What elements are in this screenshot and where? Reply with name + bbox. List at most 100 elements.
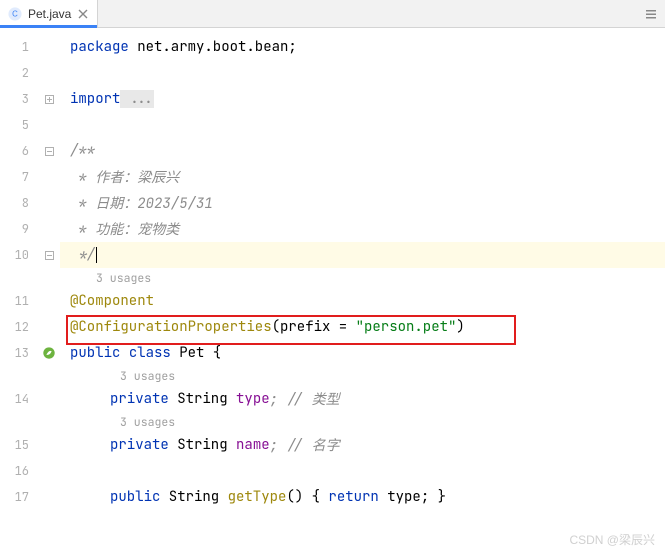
code-line[interactable]: /** bbox=[60, 138, 665, 164]
gutter-line-numbers: 1 2 3 5 6 7 8 9 10 11 12 13 14 15 16 17 bbox=[0, 28, 38, 552]
line-number[interactable]: 12 bbox=[0, 314, 37, 340]
keyword: public bbox=[110, 488, 160, 506]
java-class-icon: C bbox=[8, 7, 22, 21]
code-text: net.army.boot.bean; bbox=[129, 38, 297, 56]
line-number[interactable]: 5 bbox=[0, 112, 37, 138]
tab-filename: Pet.java bbox=[28, 7, 71, 21]
doc-comment: * 日期：2023/5/31 bbox=[70, 193, 213, 213]
line-number[interactable]: 15 bbox=[0, 432, 37, 458]
code-line[interactable]: * 作者：梁辰兴 bbox=[60, 164, 665, 190]
usages-inlay[interactable]: 3 usages bbox=[60, 268, 665, 288]
line-number[interactable]: 7 bbox=[0, 164, 37, 190]
code-line[interactable] bbox=[60, 458, 665, 484]
type: String bbox=[160, 488, 227, 506]
fold-toggle-icon[interactable] bbox=[38, 86, 60, 112]
field-name: name bbox=[236, 436, 270, 454]
gutter-slot bbox=[38, 314, 60, 340]
code-line-current[interactable]: */ bbox=[60, 242, 665, 268]
gutter-slot bbox=[38, 164, 60, 190]
code-text: (prefix = bbox=[272, 318, 356, 336]
usages-count: 3 usages bbox=[96, 271, 151, 286]
code-line[interactable]: * 功能：宠物类 bbox=[60, 216, 665, 242]
gutter-slot bbox=[38, 484, 60, 510]
gutter-slot bbox=[38, 34, 60, 60]
code-line[interactable]: @ConfigurationProperties(prefix = "perso… bbox=[60, 314, 665, 340]
usages-inlay[interactable]: 3 usages bbox=[60, 366, 665, 386]
gutter-icons bbox=[38, 28, 60, 552]
annotation: @Component bbox=[70, 292, 154, 310]
keyword: private bbox=[110, 390, 169, 408]
svg-text:C: C bbox=[12, 9, 18, 18]
code-text: () { bbox=[286, 488, 328, 506]
fold-toggle-icon[interactable] bbox=[38, 242, 60, 268]
string-literal: "person.pet" bbox=[356, 318, 457, 336]
file-tab[interactable]: C Pet.java bbox=[0, 0, 98, 27]
doc-comment: * 功能：宠物类 bbox=[70, 219, 179, 239]
code-line[interactable] bbox=[60, 60, 665, 86]
comment: ; // 名字 bbox=[270, 435, 340, 455]
gutter-slot bbox=[38, 458, 60, 484]
code-line[interactable]: private String name; // 名字 bbox=[60, 432, 665, 458]
watermark: CSDN @梁辰兴 bbox=[569, 531, 655, 548]
gutter-slot bbox=[38, 190, 60, 216]
fold-toggle-icon[interactable] bbox=[38, 138, 60, 164]
line-number[interactable]: 14 bbox=[0, 386, 37, 412]
code-line[interactable]: public String getType() { return type; } bbox=[60, 484, 665, 510]
line-number[interactable]: 6 bbox=[0, 138, 37, 164]
line-number[interactable]: 9 bbox=[0, 216, 37, 242]
line-number[interactable]: 16 bbox=[0, 458, 37, 484]
doc-comment: * 作者：梁辰兴 bbox=[70, 167, 179, 187]
code-line[interactable]: public class Pet { bbox=[60, 340, 665, 366]
keyword: return bbox=[328, 488, 378, 506]
gutter-slot bbox=[38, 216, 60, 242]
gutter-slot bbox=[38, 60, 60, 86]
code-area[interactable]: package net.army.boot.bean; import ... /… bbox=[60, 28, 665, 552]
gutter-slot bbox=[38, 112, 60, 138]
line-number[interactable]: 13 bbox=[0, 340, 37, 366]
code-line[interactable]: private String type; // 类型 bbox=[60, 386, 665, 412]
keyword: package bbox=[70, 38, 129, 56]
code-line[interactable]: import ... bbox=[60, 86, 665, 112]
code-text: type; } bbox=[379, 488, 446, 506]
tab-overflow-icon[interactable] bbox=[637, 0, 665, 27]
line-number[interactable]: 8 bbox=[0, 190, 37, 216]
gutter-slot bbox=[38, 432, 60, 458]
doc-comment: */ bbox=[70, 246, 95, 264]
code-text: ) bbox=[456, 318, 464, 336]
editor: 1 2 3 5 6 7 8 9 10 11 12 13 14 15 16 17 bbox=[0, 28, 665, 552]
field-name: type bbox=[236, 390, 270, 408]
line-number[interactable]: 1 bbox=[0, 34, 37, 60]
usages-inlay[interactable]: 3 usages bbox=[60, 412, 665, 432]
code-line[interactable] bbox=[60, 112, 665, 138]
gutter-slot bbox=[38, 386, 60, 412]
line-number[interactable]: 2 bbox=[0, 60, 37, 86]
gutter-slot bbox=[38, 268, 60, 288]
folded-placeholder[interactable]: ... bbox=[120, 90, 154, 108]
class-name: Pet { bbox=[171, 344, 221, 362]
keyword: import bbox=[70, 90, 120, 108]
code-line[interactable]: package net.army.boot.bean; bbox=[60, 34, 665, 60]
type: String bbox=[169, 390, 236, 408]
gutter-slot bbox=[38, 366, 60, 386]
spring-bean-icon[interactable] bbox=[38, 340, 60, 366]
line-number[interactable]: 3 bbox=[0, 86, 37, 112]
keyword: private bbox=[110, 436, 169, 454]
line-number bbox=[0, 366, 37, 386]
line-number[interactable]: 11 bbox=[0, 288, 37, 314]
keyword: public bbox=[70, 344, 120, 362]
line-number[interactable]: 17 bbox=[0, 484, 37, 510]
close-icon[interactable] bbox=[77, 8, 89, 20]
code-line[interactable]: * 日期：2023/5/31 bbox=[60, 190, 665, 216]
method-name: getType bbox=[228, 488, 287, 506]
code-line[interactable]: @Component bbox=[60, 288, 665, 314]
usages-count: 3 usages bbox=[120, 369, 175, 384]
line-number[interactable]: 10 bbox=[0, 242, 37, 268]
tab-bar: C Pet.java bbox=[0, 0, 665, 28]
doc-comment: /** bbox=[70, 142, 95, 160]
comment: ; // 类型 bbox=[270, 389, 340, 409]
annotation: @ConfigurationProperties bbox=[70, 318, 272, 336]
usages-count: 3 usages bbox=[120, 415, 175, 430]
gutter-slot bbox=[38, 412, 60, 432]
type: String bbox=[169, 436, 236, 454]
line-number bbox=[0, 268, 37, 288]
